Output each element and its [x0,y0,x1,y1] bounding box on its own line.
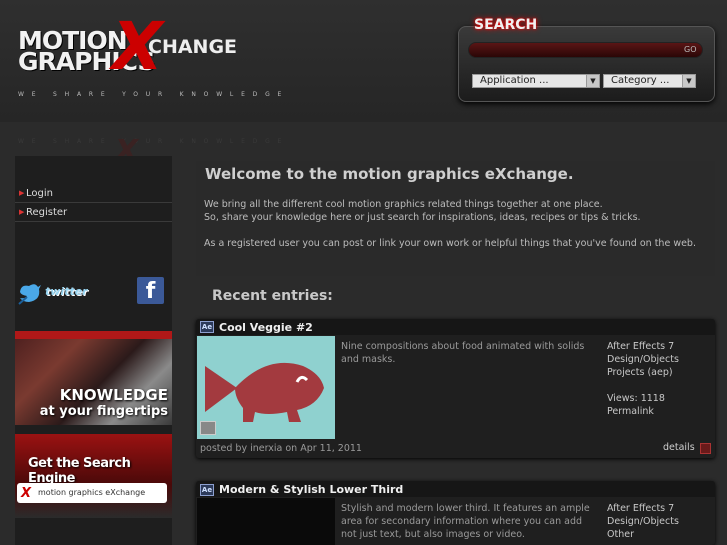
sidebar-item-label: Register [26,207,68,218]
entry-title[interactable]: Cool Veggie #2 [219,321,313,334]
zoom-icon[interactable] [200,421,216,435]
search-go-button[interactable]: GO [684,45,697,54]
search-title: SEARCH [474,17,538,33]
entry-meta-app[interactable]: After Effects 7 [607,340,674,353]
knowledge-banner[interactable]: KNOWLEDGE at your fingertips [15,331,172,425]
banner-stripe [15,331,172,339]
entry-description: Nine compositions about food animated wi… [341,341,585,365]
recent-entries-heading: Recent entries: [212,288,333,304]
bullet-icon: ▶ [19,189,25,197]
category-select[interactable]: Category ... ▼ [603,74,696,88]
logo-change: CHANGE [148,36,238,58]
logo-tagline: WE SHARE YOUR KNOWLEDGE [18,91,290,98]
entry-meta-type[interactable]: Other [607,528,634,541]
search-panel [458,26,715,102]
bullet-icon: ▶ [19,208,25,216]
banner-knowledge-title: KNOWLEDGE [59,386,168,404]
site-logo[interactable]: MOTION GRAPHICS X CHANGE WE SHARE YOUR K… [18,14,281,108]
banner-search-field[interactable]: X motion graphics eXchange [17,483,167,503]
entry-meta-category[interactable]: Design/Objects [607,515,679,528]
entry-details-link[interactable]: details [663,442,695,453]
application-select-label: Application ... [480,75,549,86]
application-select[interactable]: Application ... ▼ [472,74,600,88]
after-effects-icon: Ae [200,321,214,333]
facebook-icon[interactable]: f [137,277,164,304]
chevron-down-icon: ▼ [586,75,599,87]
entry-meta-category[interactable]: Design/Objects [607,353,679,366]
entry-permalink[interactable]: Permalink [607,405,654,418]
chevron-down-icon: ▼ [682,75,695,87]
page-title: Welcome to the motion graphics eXchange. [205,165,574,183]
entry-title[interactable]: Modern & Stylish Lower Third [219,483,403,496]
sidebar-item-register[interactable]: ▶ Register [15,203,172,222]
search-engine-banner[interactable]: Get the Search Engine [15,434,172,518]
details-arrow-icon[interactable] [700,443,711,454]
banner-search-field-text: motion graphics eXchange [38,488,146,497]
welcome-text-3: As a registered user you can post or lin… [204,238,696,249]
twitter-bird-icon[interactable] [17,280,41,306]
fish-image [205,362,324,422]
search-input[interactable] [468,42,703,58]
entry-description: Stylish and modern lower third. It featu… [341,503,590,540]
welcome-text-1: We bring all the different cool motion g… [204,199,603,210]
entry-meta-type[interactable]: Projects (aep) [607,366,673,379]
banner-search-title: Get the Search Engine [28,456,131,486]
entry-meta-app[interactable]: After Effects 7 [607,502,674,515]
sidebar-item-label: Login [26,188,53,199]
entry-thumbnail[interactable] [197,336,335,439]
welcome-text-2: So, share your knowledge here or just se… [204,212,641,223]
category-select-label: Category ... [611,75,670,86]
logo-reflection: WE SHARE YOUR KNOWLEDGE [18,138,290,145]
banner-knowledge-subtitle: at your fingertips [39,404,168,419]
entry-posted-by: posted by inerxia on Apr 11, 2011 [200,443,362,454]
sidebar-item-login[interactable]: ▶ Login [15,184,172,203]
brand-x-icon: X [21,486,32,501]
twitter-link[interactable]: twitter [45,285,88,298]
after-effects-icon: Ae [200,484,214,496]
entry-views: Views: 1118 [607,393,665,404]
entry-thumbnail[interactable] [197,498,335,545]
